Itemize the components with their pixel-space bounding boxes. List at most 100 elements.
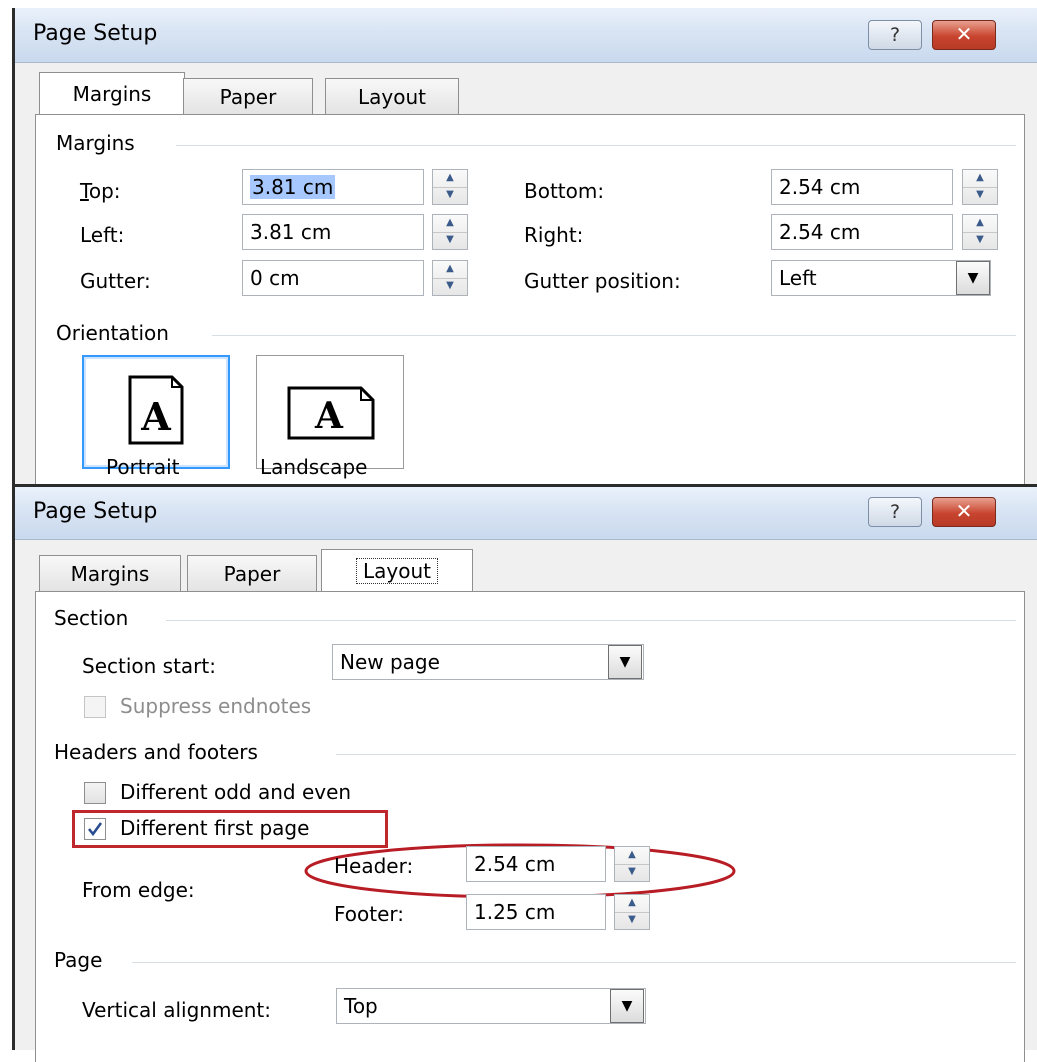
tab-label: Margins	[70, 562, 150, 586]
different-first-page-checkbox[interactable]	[84, 818, 106, 840]
left-margin-input[interactable]: 3.81 cm	[242, 214, 424, 250]
close-button[interactable]: ✕	[932, 497, 996, 527]
footer-distance-spinner[interactable]: ▲ ▼	[614, 894, 650, 930]
spin-up-icon[interactable]: ▲	[433, 261, 467, 279]
different-first-page-label: Different first page	[120, 816, 310, 840]
header-distance-value: 2.54 cm	[474, 852, 556, 876]
spin-down-icon[interactable]: ▼	[433, 278, 467, 295]
portrait-label: Portrait	[106, 455, 180, 479]
section-start-select[interactable]: New page	[332, 644, 644, 680]
help-icon: ?	[889, 24, 901, 46]
tab-label: Layout	[358, 85, 426, 109]
chevron-down-icon[interactable]: ▼	[608, 645, 642, 679]
group-label-orientation: Orientation	[56, 321, 169, 345]
section-start-value: New page	[340, 650, 440, 674]
spin-down-icon[interactable]: ▼	[615, 864, 649, 881]
group-label-margins: Margins	[56, 131, 135, 155]
spin-up-icon[interactable]: ▲	[433, 215, 467, 233]
gutter-input[interactable]: 0 cm	[242, 260, 424, 296]
left-margin-value: 3.81 cm	[250, 220, 332, 244]
footer-label: Footer:	[334, 902, 405, 926]
portrait-page-icon: A	[128, 375, 184, 445]
right-margin-value: 2.54 cm	[779, 220, 861, 244]
landscape-icon-letter: A	[314, 395, 344, 437]
close-icon: ✕	[955, 22, 973, 46]
portrait-button[interactable]: A	[82, 355, 230, 469]
different-odd-even-label: Different odd and even	[120, 780, 352, 804]
close-icon: ✕	[955, 499, 973, 523]
gutter-spinner[interactable]: ▲ ▼	[432, 260, 468, 296]
tab-label: Paper	[223, 562, 281, 586]
title-bar: Page Setup ? ✕	[15, 8, 1037, 63]
group-divider	[336, 754, 1016, 755]
chevron-down-icon[interactable]: ▼	[610, 989, 644, 1023]
chevron-down-icon[interactable]: ▼	[956, 261, 990, 295]
spin-down-icon[interactable]: ▼	[615, 912, 649, 929]
tab-panel: Margins Top: 3.81 cm ▲ ▼ Left: 3.81 cm ▲ ▼…	[35, 114, 1025, 495]
tab-label: Paper	[219, 85, 277, 109]
from-edge-label: From edge:	[82, 878, 195, 902]
spin-up-icon[interactable]: ▲	[615, 895, 649, 913]
group-label-section: Section	[54, 606, 129, 630]
bottom-margin-spinner[interactable]: ▲ ▼	[962, 169, 998, 205]
tab-layout[interactable]: Layout	[325, 78, 459, 115]
header-distance-spinner[interactable]: ▲ ▼	[614, 846, 650, 882]
page-setup-dialog-layout: Page Setup ? ✕ Margins Paper Layout Sect…	[12, 484, 1037, 1062]
landscape-page-icon: A	[287, 386, 375, 440]
tab-paper[interactable]: Paper	[187, 555, 317, 592]
header-distance-input[interactable]: 2.54 cm	[466, 846, 606, 882]
tab-panel: Section Section start: New page ▼ Suppre…	[35, 591, 1025, 1062]
gutter-position-value: Left	[779, 266, 817, 290]
right-margin-input[interactable]: 2.54 cm	[771, 214, 953, 250]
spin-up-icon[interactable]: ▲	[433, 170, 467, 188]
tab-margins[interactable]: Margins	[39, 72, 185, 115]
gutter-position-label: Gutter position:	[524, 269, 681, 293]
group-divider	[212, 335, 1016, 336]
landscape-button[interactable]: A	[256, 355, 404, 469]
top-label: Top:	[80, 179, 121, 203]
tab-margins[interactable]: Margins	[39, 555, 181, 592]
tab-label: Layout	[356, 558, 438, 584]
help-button[interactable]: ?	[868, 497, 922, 527]
close-button[interactable]: ✕	[932, 20, 996, 50]
footer-distance-input[interactable]: 1.25 cm	[466, 894, 606, 930]
bottom-margin-input[interactable]: 2.54 cm	[771, 169, 953, 205]
spin-up-icon[interactable]: ▲	[963, 215, 997, 233]
footer-distance-value: 1.25 cm	[474, 900, 556, 924]
left-margin-spinner[interactable]: ▲ ▼	[432, 214, 468, 250]
suppress-endnotes-checkbox[interactable]	[84, 696, 106, 718]
dialog-title: Page Setup	[33, 21, 158, 46]
dialog-title: Page Setup	[33, 499, 158, 524]
spin-up-icon[interactable]: ▲	[963, 170, 997, 188]
help-icon: ?	[889, 501, 901, 523]
group-divider	[176, 145, 1016, 146]
left-label: Left:	[80, 223, 125, 247]
tab-layout[interactable]: Layout	[321, 549, 473, 592]
top-margin-input[interactable]: 3.81 cm	[242, 169, 424, 205]
group-divider	[166, 620, 1016, 621]
landscape-label: Landscape	[260, 455, 368, 479]
spin-down-icon[interactable]: ▼	[433, 187, 467, 204]
spin-down-icon[interactable]: ▼	[433, 232, 467, 249]
vertical-alignment-value: Top	[344, 994, 378, 1018]
tab-label: Margins	[72, 82, 152, 106]
right-margin-spinner[interactable]: ▲ ▼	[962, 214, 998, 250]
top-margin-value: 3.81 cm	[250, 175, 336, 199]
tab-paper[interactable]: Paper	[183, 78, 313, 115]
top-margin-spinner[interactable]: ▲ ▼	[432, 169, 468, 205]
bottom-label: Bottom:	[524, 179, 605, 203]
suppress-endnotes-label: Suppress endnotes	[120, 694, 312, 718]
vertical-alignment-select[interactable]: Top	[336, 988, 646, 1024]
page-setup-dialog-margins: Page Setup ? ✕ Margins Paper Layout Marg…	[12, 8, 1037, 495]
help-button[interactable]: ?	[868, 20, 922, 50]
group-label-page: Page	[54, 948, 103, 972]
portrait-icon-letter: A	[140, 394, 171, 439]
title-bar: Page Setup ? ✕	[15, 487, 1037, 540]
gutter-value: 0 cm	[250, 266, 300, 290]
spin-up-icon[interactable]: ▲	[615, 847, 649, 865]
different-odd-even-checkbox[interactable]	[84, 782, 106, 804]
spin-down-icon[interactable]: ▼	[963, 187, 997, 204]
gutter-label: Gutter:	[80, 269, 151, 293]
vertical-alignment-label: Vertical alignment:	[82, 998, 272, 1022]
spin-down-icon[interactable]: ▼	[963, 232, 997, 249]
